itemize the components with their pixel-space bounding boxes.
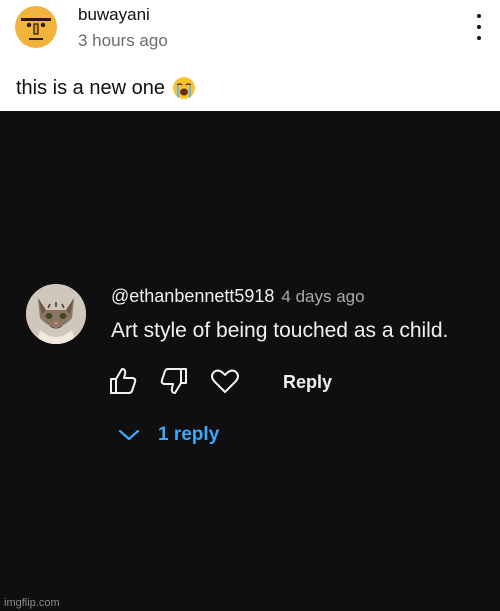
- post-text: this is a new one: [16, 76, 165, 99]
- comment-text: Art style of being touched as a child.: [111, 319, 449, 342]
- post-username[interactable]: buwayani: [78, 5, 150, 25]
- commenter-avatar[interactable]: [26, 284, 86, 344]
- view-replies-button[interactable]: 1 reply: [118, 424, 219, 446]
- user-avatar-icon[interactable]: [15, 6, 57, 48]
- post-body: this is a new one: [16, 76, 196, 100]
- thumbs-down-icon[interactable]: [159, 366, 189, 396]
- reply-button[interactable]: Reply: [283, 372, 332, 393]
- watermark: imgflip.com: [4, 597, 60, 609]
- comment-handle[interactable]: @ethanbennett5918: [111, 286, 274, 307]
- comment-header: @ethanbennett5918 4 days ago: [111, 286, 365, 307]
- more-vertical-icon[interactable]: [471, 14, 487, 40]
- comment-screenshot: @ethanbennett5918 4 days ago Art style o…: [0, 111, 500, 611]
- post-header: buwayani 3 hours ago this is a new one: [0, 0, 500, 111]
- loudly-crying-face-icon: [172, 76, 196, 100]
- replies-count-label: 1 reply: [158, 424, 220, 445]
- chevron-down-icon: [118, 429, 140, 441]
- post-timestamp: 3 hours ago: [78, 31, 168, 50]
- comment-timestamp: 4 days ago: [281, 287, 365, 306]
- thumbs-up-icon[interactable]: [108, 366, 138, 396]
- heart-icon[interactable]: [210, 366, 240, 396]
